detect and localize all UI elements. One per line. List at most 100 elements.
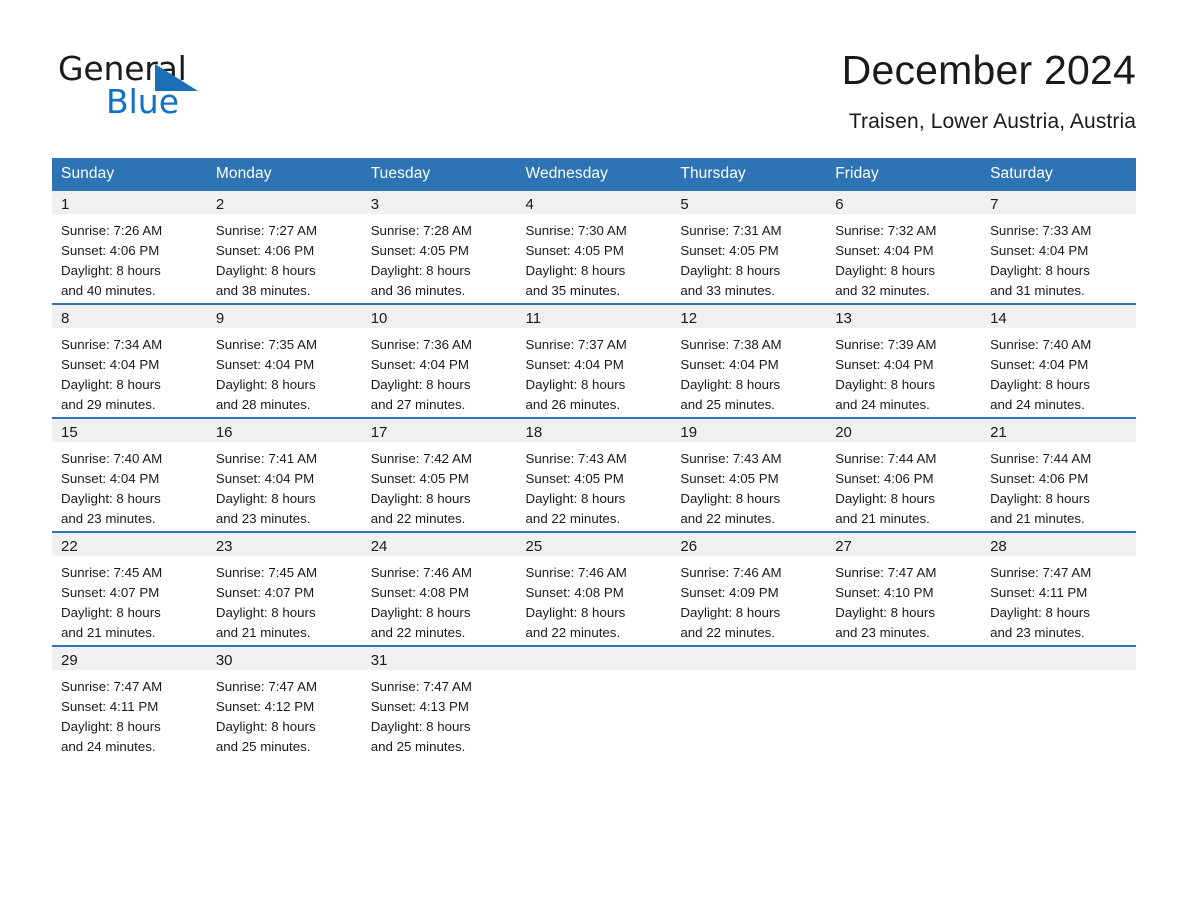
day-detail: Sunrise: 7:47 AM Sunset: 4:11 PM Dayligh… <box>61 679 163 754</box>
day-number: 21 <box>981 419 1136 442</box>
day-number: 7 <box>981 191 1136 214</box>
weekday-header-saturday: Saturday <box>981 158 1136 191</box>
calendar-day-cell[interactable]: 6 Sunrise: 7:32 AM Sunset: 4:04 PM Daylig… <box>826 191 982 304</box>
day-detail: Sunrise: 7:41 AM Sunset: 4:04 PM Dayligh… <box>215 451 318 526</box>
calendar-day-cell[interactable]: 21 Sunrise: 7:44 AM Sunset: 4:06 PM Dayli… <box>981 417 1136 532</box>
day-detail <box>826 670 981 677</box>
day-number: 2 <box>206 191 362 214</box>
day-number: 15 <box>52 419 207 442</box>
calendar-day-cell[interactable]: 15 Sunrise: 7:40 AM Sunset: 4:04 PM Dayli… <box>52 417 207 532</box>
weekday-header-wednesday: Wednesday <box>516 158 672 191</box>
day-detail: Sunrise: 7:47 AM Sunset: 4:13 PM Dayligh… <box>370 679 472 754</box>
day-detail: Sunrise: 7:30 AM Sunset: 4:05 PM Dayligh… <box>525 223 627 298</box>
day-number: 12 <box>671 305 827 328</box>
calendar-day-cell[interactable]: 2 Sunrise: 7:27 AM Sunset: 4:06 PM Daylig… <box>206 191 362 304</box>
calendar-day-cell[interactable]: 20 Sunrise: 7:44 AM Sunset: 4:06 PM Dayli… <box>826 417 982 532</box>
day-number: 17 <box>361 419 517 442</box>
calendar-day-cell[interactable]: 3 Sunrise: 7:28 AM Sunset: 4:05 PM Daylig… <box>361 191 517 304</box>
day-number: 9 <box>206 305 362 328</box>
calendar-day-cell[interactable]: 25 Sunrise: 7:46 AM Sunset: 4:08 PM Dayli… <box>516 531 672 646</box>
calendar-week-row: 15 Sunrise: 7:40 AM Sunset: 4:04 PM Dayli… <box>52 417 1136 532</box>
day-detail: Sunrise: 7:40 AM Sunset: 4:04 PM Dayligh… <box>990 337 1092 412</box>
day-number <box>671 647 827 670</box>
calendar-week-row: 1 Sunrise: 7:26 AM Sunset: 4:06 PM Daylig… <box>52 191 1136 304</box>
day-number: 1 <box>52 191 207 214</box>
calendar-day-cell-empty <box>671 645 827 759</box>
calendar-day-cell-empty <box>981 645 1136 759</box>
calendar-day-cell-empty <box>516 645 672 759</box>
day-number: 19 <box>671 419 827 442</box>
day-detail: Sunrise: 7:47 AM Sunset: 4:12 PM Dayligh… <box>215 679 318 754</box>
calendar-day-cell[interactable]: 29 Sunrise: 7:47 AM Sunset: 4:11 PM Dayli… <box>52 645 207 759</box>
day-number: 28 <box>981 533 1136 556</box>
calendar-header-row: Sunday Monday Tuesday Wednesday Thursday… <box>52 158 1136 191</box>
calendar-week-row: 29 Sunrise: 7:47 AM Sunset: 4:11 PM Dayli… <box>52 645 1136 759</box>
sunrise-sunset-calendar: Sunday Monday Tuesday Wednesday Thursday… <box>52 158 1136 759</box>
calendar-day-cell[interactable]: 4 Sunrise: 7:30 AM Sunset: 4:05 PM Daylig… <box>516 191 672 304</box>
day-number <box>981 647 1136 670</box>
calendar-day-cell[interactable]: 24 Sunrise: 7:46 AM Sunset: 4:08 PM Dayli… <box>361 531 517 646</box>
calendar-day-cell[interactable]: 28 Sunrise: 7:47 AM Sunset: 4:11 PM Dayli… <box>981 531 1136 646</box>
calendar-day-cell[interactable]: 13 Sunrise: 7:39 AM Sunset: 4:04 PM Dayli… <box>826 303 982 418</box>
calendar-day-cell[interactable]: 8 Sunrise: 7:34 AM Sunset: 4:04 PM Daylig… <box>52 303 207 418</box>
day-detail: Sunrise: 7:26 AM Sunset: 4:06 PM Dayligh… <box>61 223 163 298</box>
weekday-header-friday: Friday <box>826 158 982 191</box>
calendar-day-cell[interactable]: 31 Sunrise: 7:47 AM Sunset: 4:13 PM Dayli… <box>361 645 517 759</box>
page-title: December 2024 <box>841 47 1136 93</box>
calendar-day-cell[interactable]: 10 Sunrise: 7:36 AM Sunset: 4:04 PM Dayli… <box>361 303 517 418</box>
calendar-day-cell[interactable]: 18 Sunrise: 7:43 AM Sunset: 4:05 PM Dayli… <box>516 417 672 532</box>
day-detail: Sunrise: 7:43 AM Sunset: 4:05 PM Dayligh… <box>525 451 627 526</box>
day-detail: Sunrise: 7:31 AM Sunset: 4:05 PM Dayligh… <box>680 223 782 298</box>
calendar-day-cell[interactable]: 30 Sunrise: 7:47 AM Sunset: 4:12 PM Dayli… <box>206 645 362 759</box>
day-number: 5 <box>671 191 827 214</box>
day-detail: Sunrise: 7:37 AM Sunset: 4:04 PM Dayligh… <box>525 337 627 412</box>
day-detail: Sunrise: 7:42 AM Sunset: 4:05 PM Dayligh… <box>370 451 472 526</box>
location-subtitle: Traisen, Lower Austria, Austria <box>848 110 1136 133</box>
day-number: 4 <box>516 191 672 214</box>
weekday-header-monday: Monday <box>206 158 362 191</box>
calendar-day-cell[interactable]: 14 Sunrise: 7:40 AM Sunset: 4:04 PM Dayli… <box>981 303 1136 418</box>
day-detail: Sunrise: 7:44 AM Sunset: 4:06 PM Dayligh… <box>835 451 937 526</box>
day-number: 31 <box>361 647 517 670</box>
day-detail: Sunrise: 7:32 AM Sunset: 4:04 PM Dayligh… <box>835 223 937 298</box>
day-number: 8 <box>52 305 207 328</box>
day-detail: Sunrise: 7:40 AM Sunset: 4:04 PM Dayligh… <box>61 451 163 526</box>
day-number: 23 <box>206 533 362 556</box>
calendar-day-cell[interactable]: 9 Sunrise: 7:35 AM Sunset: 4:04 PM Daylig… <box>206 303 362 418</box>
day-detail: Sunrise: 7:45 AM Sunset: 4:07 PM Dayligh… <box>215 565 318 640</box>
day-number: 26 <box>671 533 827 556</box>
calendar-day-cell[interactable]: 23 Sunrise: 7:45 AM Sunset: 4:07 PM Dayli… <box>206 531 362 646</box>
day-detail <box>981 670 1136 677</box>
calendar-day-cell[interactable]: 17 Sunrise: 7:42 AM Sunset: 4:05 PM Dayli… <box>361 417 517 532</box>
calendar-day-cell[interactable]: 19 Sunrise: 7:43 AM Sunset: 4:05 PM Dayli… <box>671 417 827 532</box>
day-number: 30 <box>206 647 362 670</box>
general-blue-logo[interactable]: General Blue <box>58 52 358 132</box>
day-detail: Sunrise: 7:38 AM Sunset: 4:04 PM Dayligh… <box>680 337 782 412</box>
day-number: 27 <box>826 533 982 556</box>
calendar-day-cell[interactable]: 26 Sunrise: 7:46 AM Sunset: 4:09 PM Dayli… <box>671 531 827 646</box>
day-number: 14 <box>981 305 1136 328</box>
calendar-day-cell[interactable]: 1 Sunrise: 7:26 AM Sunset: 4:06 PM Daylig… <box>52 191 207 304</box>
day-number: 25 <box>516 533 672 556</box>
day-number: 6 <box>826 191 982 214</box>
day-detail: Sunrise: 7:28 AM Sunset: 4:05 PM Dayligh… <box>370 223 472 298</box>
calendar-day-cell[interactable]: 22 Sunrise: 7:45 AM Sunset: 4:07 PM Dayli… <box>52 531 207 646</box>
calendar-body: 1 Sunrise: 7:26 AM Sunset: 4:06 PM Daylig… <box>52 191 1136 759</box>
calendar-day-cell[interactable]: 11 Sunrise: 7:37 AM Sunset: 4:04 PM Dayli… <box>516 303 672 418</box>
day-number: 20 <box>826 419 982 442</box>
calendar-day-cell[interactable]: 12 Sunrise: 7:38 AM Sunset: 4:04 PM Dayli… <box>671 303 827 418</box>
calendar-day-cell[interactable]: 27 Sunrise: 7:47 AM Sunset: 4:10 PM Dayli… <box>826 531 982 646</box>
day-detail: Sunrise: 7:36 AM Sunset: 4:04 PM Dayligh… <box>370 337 472 412</box>
day-detail: Sunrise: 7:45 AM Sunset: 4:07 PM Dayligh… <box>61 565 163 640</box>
day-detail: Sunrise: 7:46 AM Sunset: 4:09 PM Dayligh… <box>680 565 782 640</box>
calendar-day-cell[interactable]: 7 Sunrise: 7:33 AM Sunset: 4:04 PM Daylig… <box>981 191 1136 304</box>
calendar-week-row: 8 Sunrise: 7:34 AM Sunset: 4:04 PM Daylig… <box>52 303 1136 418</box>
calendar-day-cell[interactable]: 16 Sunrise: 7:41 AM Sunset: 4:04 PM Dayli… <box>206 417 362 532</box>
day-number: 13 <box>826 305 982 328</box>
day-number <box>826 647 982 670</box>
calendar-day-cell-empty <box>826 645 982 759</box>
calendar-day-cell[interactable]: 5 Sunrise: 7:31 AM Sunset: 4:05 PM Daylig… <box>671 191 827 304</box>
day-number: 22 <box>52 533 207 556</box>
day-detail: Sunrise: 7:33 AM Sunset: 4:04 PM Dayligh… <box>990 223 1092 298</box>
day-number: 10 <box>361 305 517 328</box>
